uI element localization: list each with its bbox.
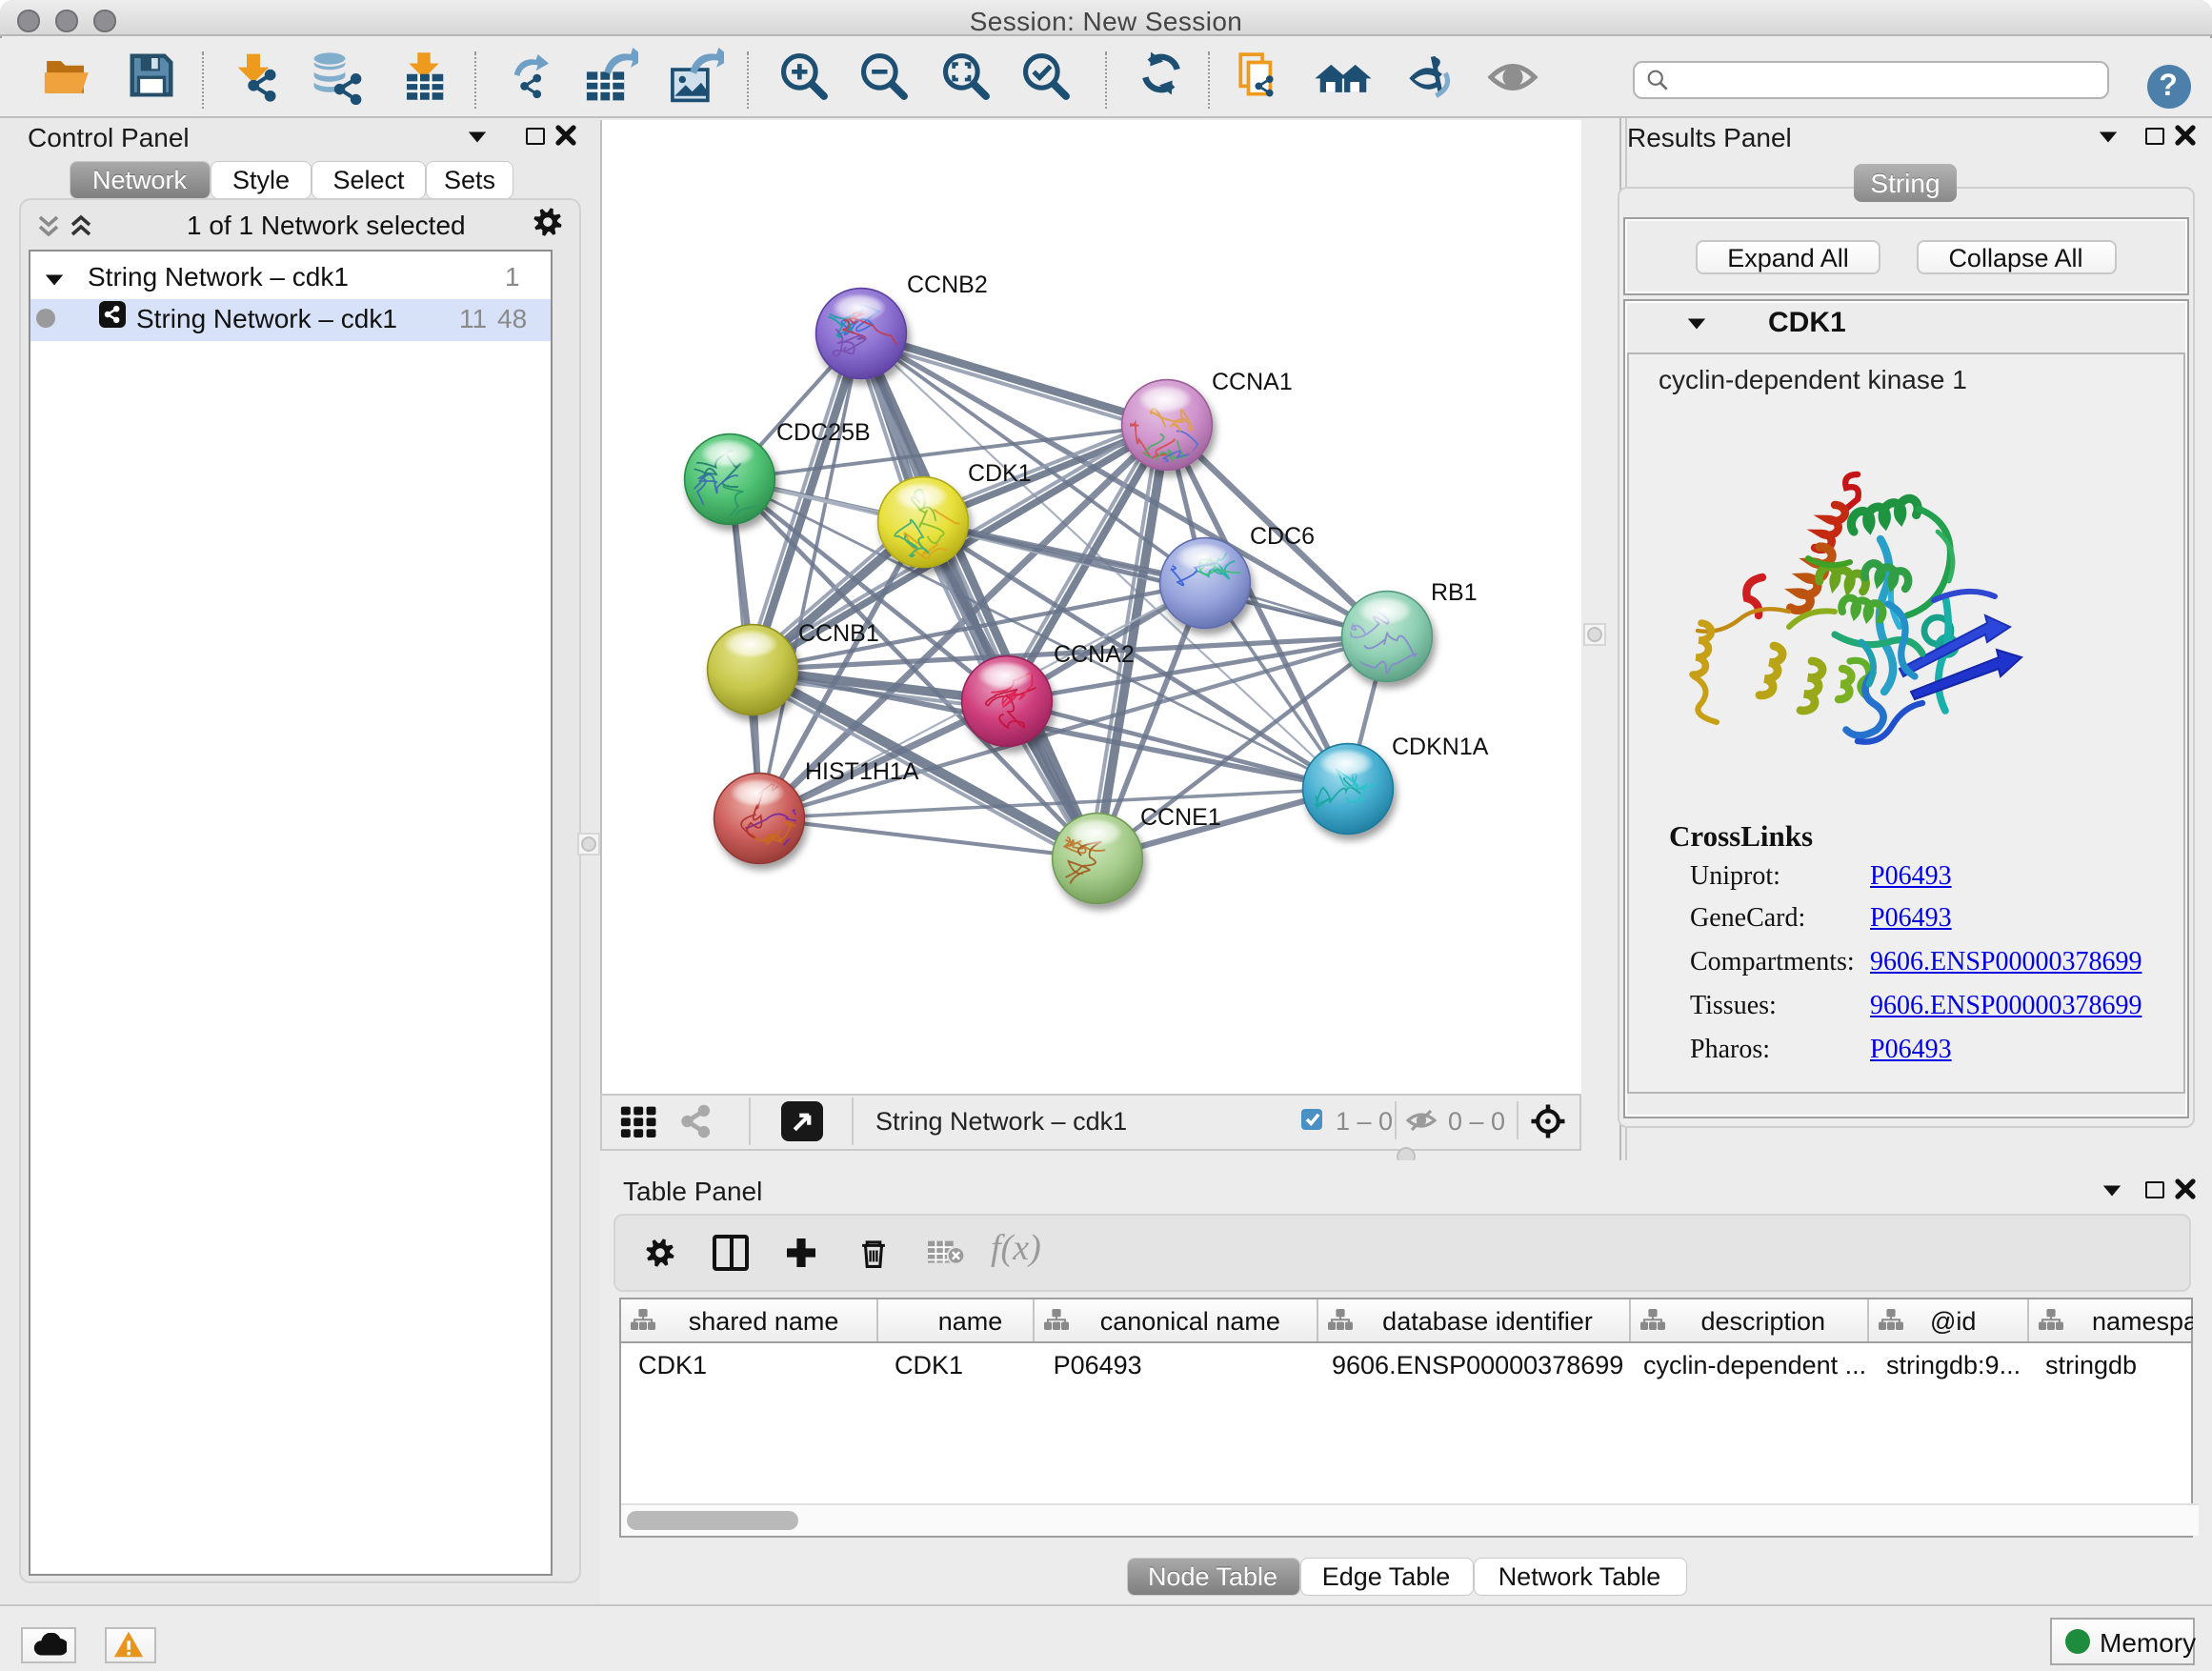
svg-text:CCNA2: CCNA2	[1054, 640, 1135, 667]
svg-text:CDC25B: CDC25B	[776, 418, 871, 445]
svg-text:RB1: RB1	[1431, 578, 1478, 605]
svg-text:CDC6: CDC6	[1250, 522, 1315, 549]
svg-text:CDKN1A: CDKN1A	[1392, 733, 1489, 759]
svg-text:CCNE1: CCNE1	[1140, 803, 1221, 830]
svg-text:CCNA1: CCNA1	[1212, 368, 1293, 394]
svg-text:CDK1: CDK1	[968, 459, 1032, 486]
svg-text:CCNB2: CCNB2	[907, 271, 988, 297]
svg-text:HIST1H1A: HIST1H1A	[805, 757, 919, 784]
svg-text:CCNB1: CCNB1	[798, 619, 879, 646]
